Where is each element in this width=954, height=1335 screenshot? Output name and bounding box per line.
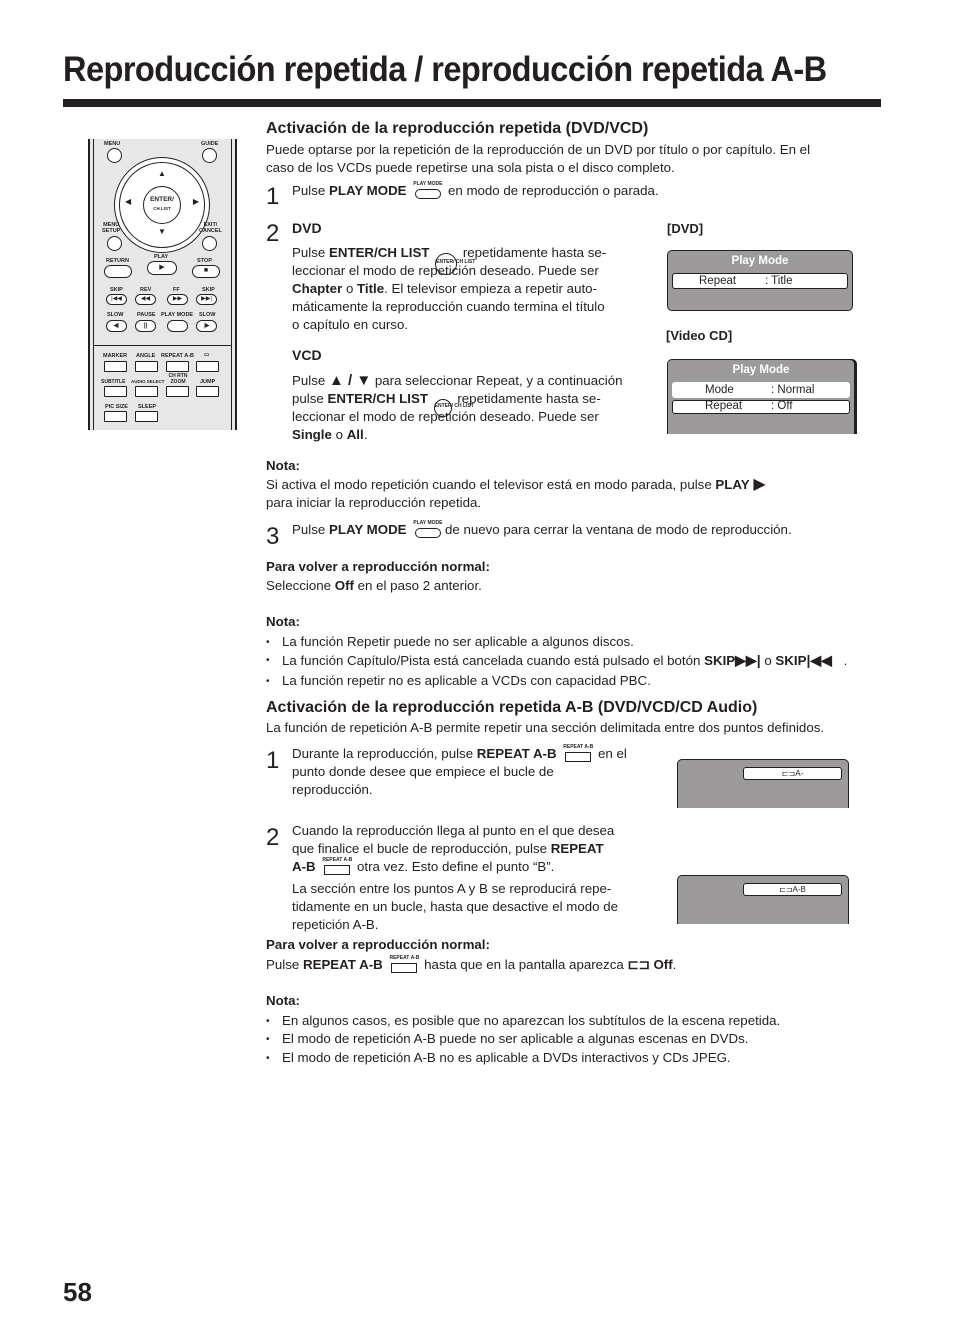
vcd-subheading: VCD [292,347,322,363]
repeat-icon: ⊏⊐ [781,769,796,778]
osd-row-mode: Mode : Normal [672,382,850,398]
play-icon: ▶ [159,264,165,271]
note-bullet: La función Repetir puede no ser aplicabl… [266,633,634,652]
remote-enter-button: ENTER/ CH LIST [143,186,181,224]
remote-control-illustration: MENU GUIDE ▲ ▼ ◀ ▶ ENTER/ CH LIST MENU S… [88,139,237,430]
osd-row-repeat: Repeat : Title [672,273,848,289]
remote-menu-label: MENU [104,141,121,147]
stop-icon: ■ [203,267,209,274]
section1-step1-text: Pulse PLAY MODE PLAY MODE en modo de rep… [292,181,659,199]
pause-icon: || [143,323,148,329]
fast-forward-icon: ▶▶ [172,296,183,302]
remote-display-icon: ▭ [204,352,210,358]
note-label: Nota: [266,458,300,473]
note-bullet: En algunos casos, es posible que no apar… [266,1012,780,1031]
section2-intro: La función de repetición A-B permite rep… [266,720,825,735]
step-number: 2 [266,220,280,247]
rewind-icon: ◀◀ [140,296,151,302]
remote-menu-button [107,148,122,163]
dvd-subheading: DVD [292,220,322,236]
remote-stop-button: ■ [192,265,220,278]
remote-right-arrow-icon: ▶ [192,197,199,206]
return-normal-label: Para volver a reproducción normal: [266,937,490,952]
remote-play-mode-button [167,320,188,332]
step-number: 3 [266,523,280,550]
osd-vcd-caption: [Video CD] [666,328,733,343]
remote-exit-button [202,236,217,251]
slow-back-icon: ◀| [113,323,120,329]
section1-intro-line2: caso de los VCDs puede repetirse una sol… [266,160,675,175]
play-icon: ▶ [753,476,766,493]
repeat-ab-button-icon: REPEAT A-B [389,955,419,973]
skip-back-icon: |◀◀ [111,296,122,302]
repeat-ab-button-icon: REPEAT A-B [322,857,352,875]
remote-guide-label: GUIDE [201,141,219,147]
osd-vcd-play-mode: Play Mode Mode : Normal Repeat : Off [667,359,855,434]
remote-repeat-ab-button [166,361,189,372]
repeat-icon: ⊏⊐ [779,885,793,894]
skip-forward-icon: ▶▶| [735,652,761,668]
section1-intro-line1: Puede optarse por la repetición de la re… [266,142,811,157]
step-number: 1 [266,747,280,774]
skip-back-icon: |◀◀ [806,652,832,668]
title-rule [63,99,881,107]
page-number: 58 [63,1277,92,1307]
return-normal-label: Para volver a reproducción normal: [266,559,490,574]
section-heading-repeat-ab: Activación de la reproducción repetida A… [266,699,758,716]
page-title: Reproducción repetida / reproducción rep… [63,50,827,89]
remote-up-arrow-icon: ▲ [158,169,166,178]
step-number: 2 [266,824,280,851]
note-label: Nota: [266,993,300,1008]
note-bullet: La función repetir no es aplicable a VCD… [266,672,651,691]
section-heading-repeat: Activación de la reproducción repetida (… [266,120,649,137]
remote-down-arrow-icon: ▼ [158,227,166,236]
repeat-ab-button-icon: REPEAT A-B [563,744,593,762]
note-bullet: La función Capítulo/Pista está cancelada… [266,651,847,670]
play-mode-button-icon: PLAY MODE [413,520,442,538]
osd-dvd-caption: [DVD] [667,221,704,236]
note-label: Nota: [266,614,300,629]
repeat-icon: ⊏⊐ [627,957,650,972]
skip-forward-icon: ▶▶| [201,296,212,302]
note-bullet: El modo de repetición A-B no es aplicabl… [266,1049,731,1068]
remote-return-button [104,265,132,278]
step-number: 1 [266,183,280,210]
osd-repeat-ab: ⊏⊐A-B [677,875,849,924]
play-mode-button-icon: PLAY MODE [413,181,442,199]
osd-row-repeat: Repeat : Off [672,400,850,414]
remote-left-arrow-icon: ◀ [125,197,132,206]
note-bullet: El modo de repetición A-B puede no ser a… [266,1030,748,1049]
remote-menu-setup-button [107,236,122,251]
osd-repeat-a: ⊏⊐A- [677,759,849,808]
remote-guide-button [202,148,217,163]
remote-play-button: ▶ [147,261,177,275]
up-down-arrows-icon: ▲ / ▼ [328,372,372,389]
remote-menu-setup-label: MENU SETUP [102,222,121,234]
remote-exit-cancel-label: EXIT/ CANCEL [199,222,222,234]
osd-dvd-play-mode: Play Mode Repeat : Title [667,250,853,311]
slow-forward-icon: |▶ [203,323,210,329]
